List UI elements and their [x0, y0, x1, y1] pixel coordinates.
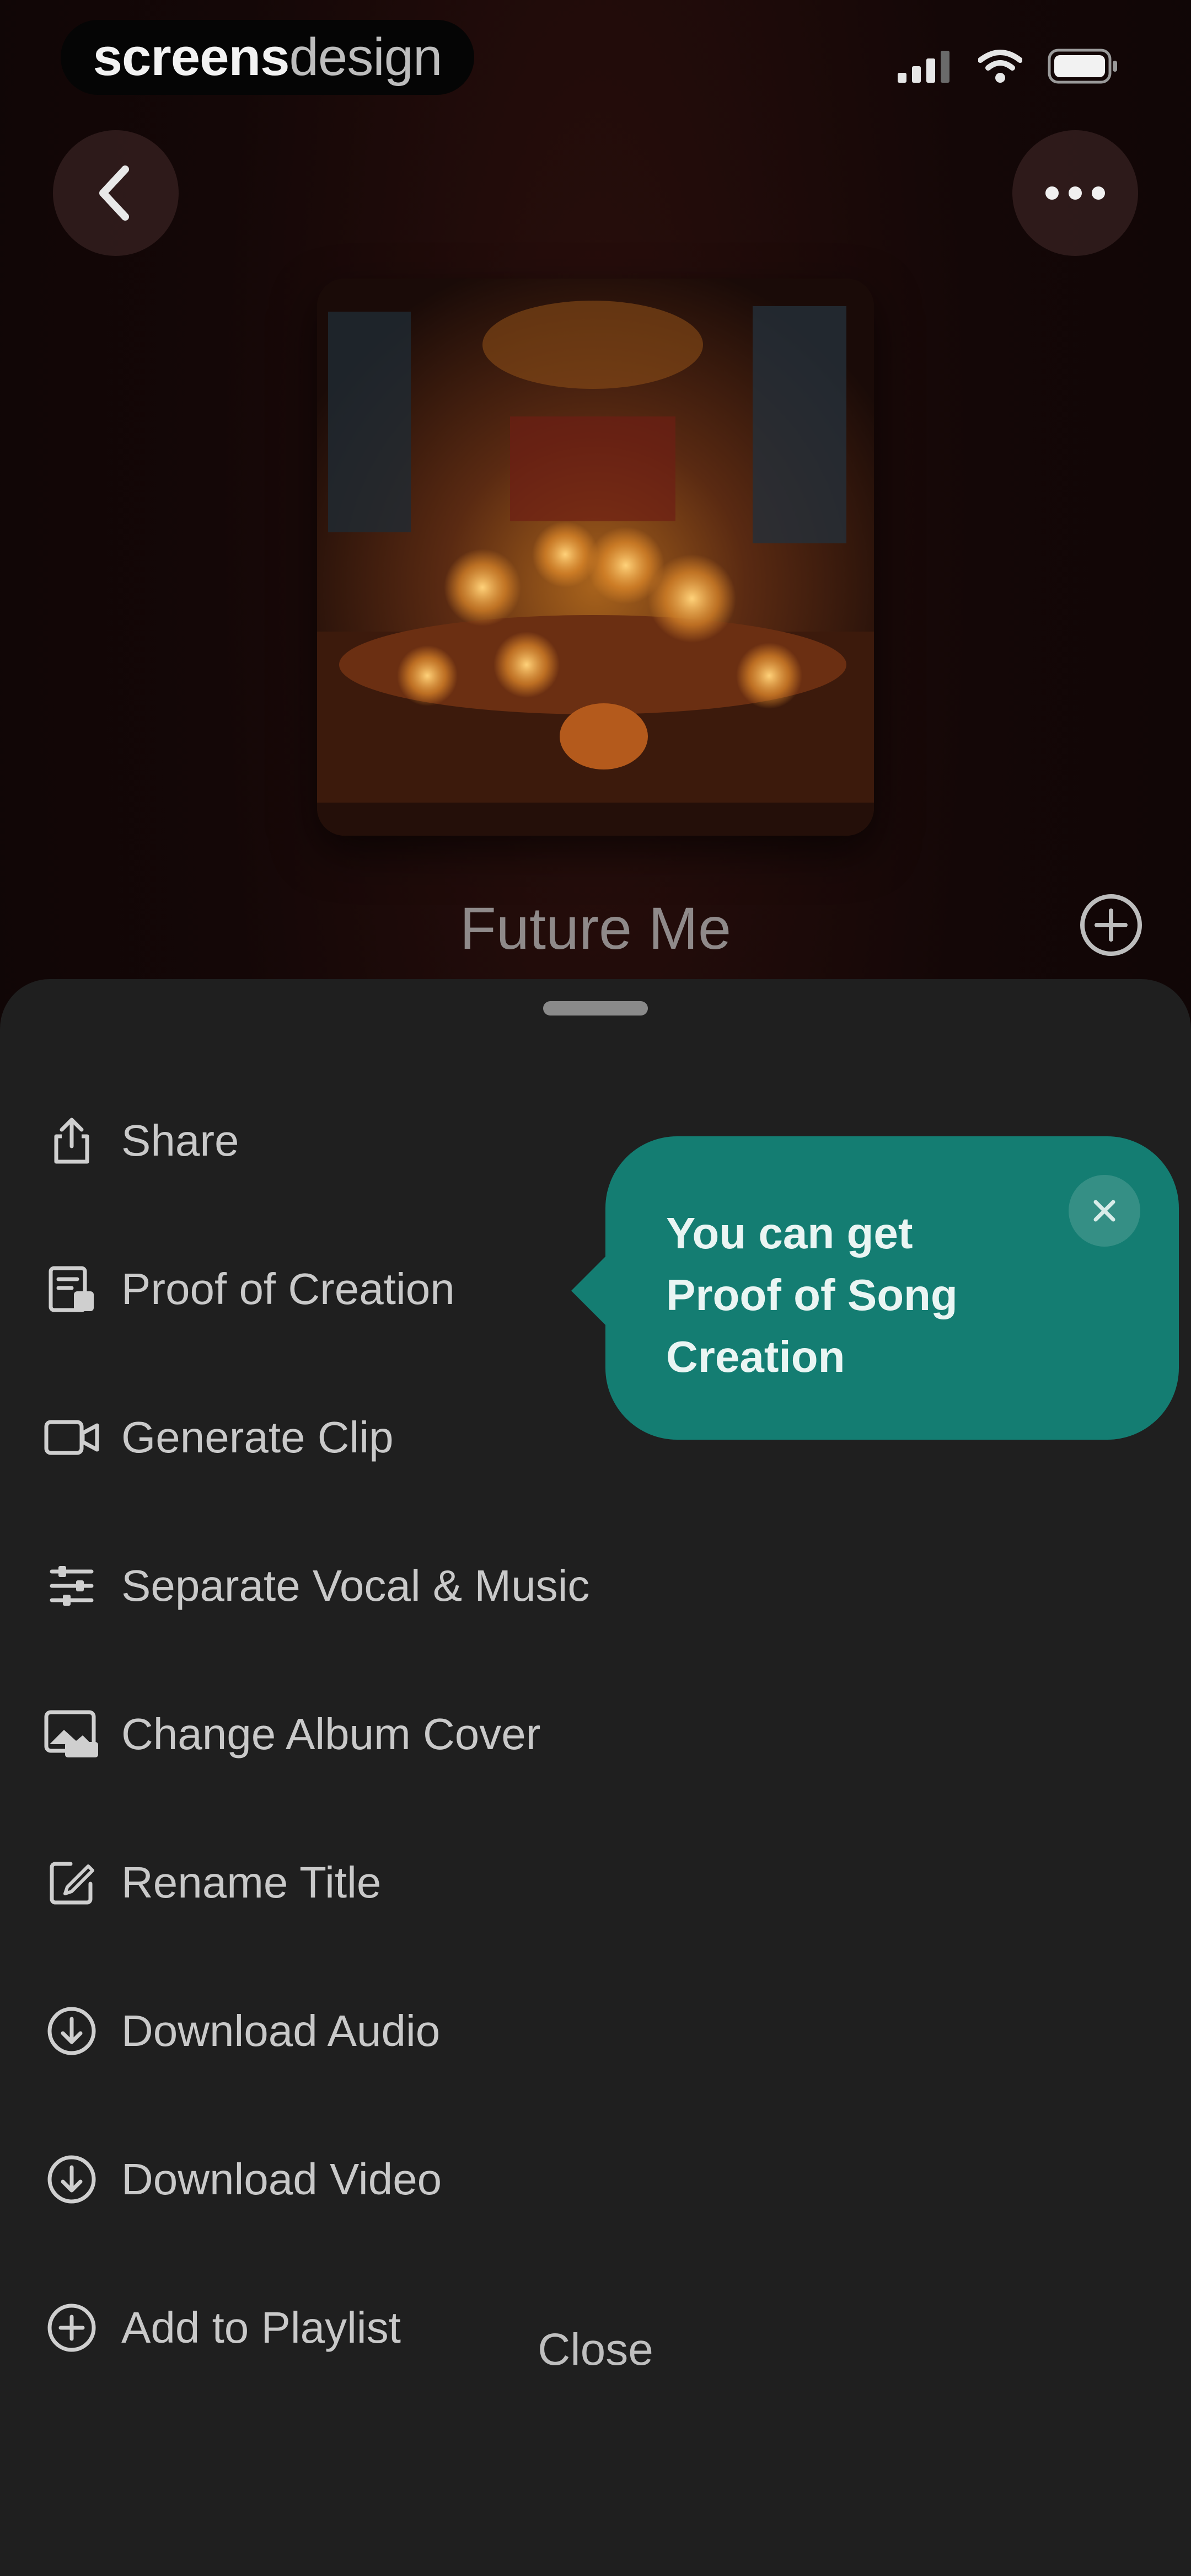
menu-item-change-album-cover[interactable]: Change Album Cover [39, 1679, 590, 1789]
tooltip-text: You can get Proof of Song Creation [666, 1209, 958, 1381]
menu-item-label: Download Video [121, 2155, 442, 2204]
menu-item-rename-title[interactable]: Rename Title [39, 1827, 590, 1938]
download-icon [39, 2146, 105, 2212]
share-icon [39, 1108, 105, 1174]
close-button[interactable]: Close [430, 2303, 761, 2397]
image-icon [39, 1701, 105, 1767]
album-artwork-illustration [317, 279, 874, 836]
menu-item-download-audio[interactable]: Download Audio [39, 1976, 590, 2086]
download-icon [39, 1998, 105, 2064]
brand-bold-text: screens [93, 28, 290, 87]
signal-icon [898, 51, 949, 83]
menu-item-label: Generate Clip [121, 1413, 394, 1462]
proof-of-creation-tooltip: You can get Proof of Song Creation [571, 1136, 1179, 1440]
ellipsis-icon [1045, 186, 1105, 200]
menu-item-label: Download Audio [121, 2006, 441, 2055]
brand-watermark: screens design [61, 20, 474, 95]
menu-item-generate-clip[interactable]: Generate Clip [39, 1382, 590, 1493]
menu-item-download-video[interactable]: Download Video [39, 2124, 590, 2235]
tooltip-pointer [571, 1252, 610, 1329]
status-bar: screens design [0, 0, 1191, 132]
battery-icon [1048, 49, 1117, 84]
menu-item-label: Change Album Cover [121, 1709, 541, 1759]
menu-item-label: Add to Playlist [121, 2303, 401, 2352]
sliders-icon [39, 1553, 105, 1619]
edit-icon [39, 1850, 105, 1916]
song-title: Future Me [459, 895, 732, 961]
certificate-icon [39, 1256, 105, 1322]
menu-item-separate-vocal-music[interactable]: Separate Vocal & Music [39, 1531, 590, 1641]
plus-circle-icon [39, 2295, 105, 2361]
menu-item-label: Proof of Creation [121, 1264, 455, 1313]
chevron-left-icon [99, 165, 129, 221]
menu-item-share[interactable]: Share [39, 1086, 590, 1196]
video-camera-icon [39, 1404, 105, 1471]
menu-item-label: Rename Title [121, 1858, 382, 1907]
back-button[interactable] [53, 130, 179, 256]
tooltip-close-button[interactable] [1069, 1175, 1140, 1247]
wifi-icon [978, 50, 1022, 83]
menu-item-proof-of-creation[interactable]: Proof of Creation [39, 1234, 590, 1344]
menu-item-label: Separate Vocal & Music [121, 1561, 590, 1610]
album-cover-image [317, 279, 874, 836]
status-icons [898, 49, 1119, 84]
plus-circle-icon [1080, 894, 1142, 956]
menu-item-label: Share [121, 1116, 239, 1165]
brand-light-text: design [289, 28, 443, 87]
more-options-button[interactable] [1012, 130, 1138, 256]
close-icon [1093, 1200, 1115, 1222]
sheet-grabber[interactable] [543, 1001, 648, 1016]
add-song-button[interactable] [1075, 889, 1147, 961]
